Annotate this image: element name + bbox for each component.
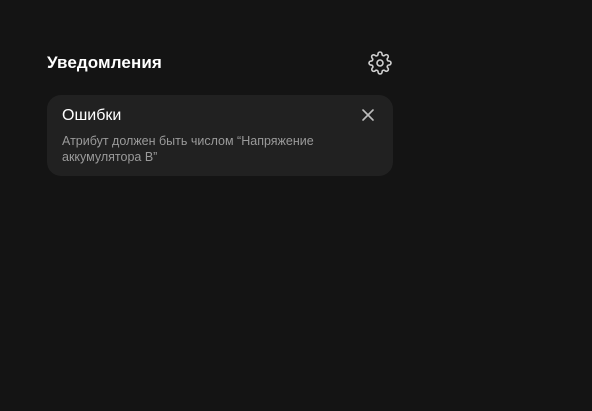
notifications-header: Уведомления xyxy=(47,48,393,78)
notifications-panel: Уведомления Ошибки Атрибут должен быть ч… xyxy=(47,48,393,176)
notification-card: Ошибки Атрибут должен быть числом “Напря… xyxy=(47,95,393,176)
notification-title: Ошибки xyxy=(62,107,122,124)
notifications-title: Уведомления xyxy=(47,53,162,72)
gear-icon[interactable] xyxy=(367,50,393,76)
close-icon[interactable] xyxy=(359,106,377,124)
notification-message: Атрибут должен быть числом “Напряжение а… xyxy=(62,134,314,164)
